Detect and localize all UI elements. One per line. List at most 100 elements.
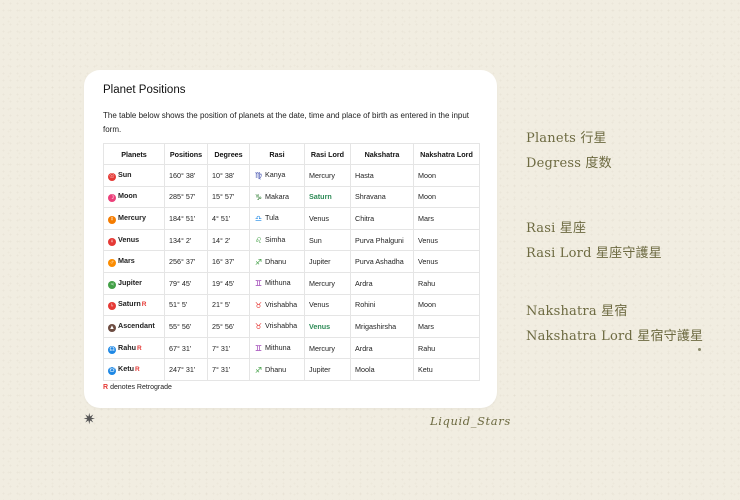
rasi-name: Dhanu [265,364,287,374]
cell-rasi-lord: Venus [304,293,351,317]
cell-rasi-lord: Venus [304,207,351,230]
zodiac-sign-icon: ♉ [254,300,263,310]
planet-name: Saturn [118,299,141,309]
rasi-lord-name: Saturn [309,192,332,202]
cell-rasi: ♉ Vrishabha [249,315,305,338]
jupiter-icon: ♃ [108,280,116,289]
cell-rasi-lord: Saturn [304,185,351,209]
cell-nakshatra-lord: Moon [413,185,480,209]
cell-position: 247° 31' [164,358,208,381]
footnote-text: denotes Retrograde [110,383,172,391]
planet-name: Jupiter [118,277,142,287]
retrograde-badge: R [141,301,147,309]
saturn-icon: ♄ [108,302,116,311]
rasi-name: Mithuna [265,278,291,288]
rasi-lord-name: Mercury [309,278,335,288]
table-row: ♀ Venus 134° 2' 14° 2' ♌ Simha Sun Purva Phalgu… [103,228,480,252]
cell-position: 79° 45' [164,271,208,295]
header-rasi: Rasi [249,143,305,165]
legend-planets: Planets 行星 [526,131,607,146]
cell-rasi-lord: Jupiter [304,358,351,381]
cell-degrees: 4° 51' [207,207,250,230]
table-row: ♂ Mars 256° 37' 16° 37' ♐ Dhanu Jupiter Purva A… [103,250,480,273]
cell-degrees: 7° 31' [207,336,250,360]
planet-positions-card: Planet Positions The table below shows t… [84,70,497,408]
retrograde-footnote: Rdenotes Retrograde [103,384,478,391]
zodiac-sign-icon: ♊ [254,279,263,289]
cell-rasi: ♊ Mithuna [249,336,305,360]
cell-position: 51° 5' [164,293,208,317]
rasi-lord-name: Jupiter [309,257,331,267]
cell-nakshatra: Shravana [350,185,414,209]
cell-position: 55° 56' [164,315,208,338]
rasi-name: Tula [265,213,279,223]
rasi-lord-name: Venus [309,300,329,310]
cell-nakshatra-lord: Moon [413,293,480,317]
cell-rasi: ♐ Dhanu [249,358,305,381]
cell-planet: ▲ Ascendant [103,315,165,338]
rasi-name: Dhanu [265,256,287,266]
retrograde-symbol: R [103,383,109,391]
rahu-icon: ☊ [108,345,116,354]
cell-nakshatra: Purva Ashadha [350,250,414,273]
cell-rasi-lord: Mercury [304,164,351,187]
cell-position: 285° 57' [164,185,208,209]
cell-degrees: 21° 5' [207,293,250,317]
rasi-name: Vrishabha [265,321,298,331]
cell-degrees: 7° 31' [207,358,250,381]
cell-nakshatra: Mrigashirsha [350,315,414,338]
planet-name: Ketu [118,364,134,374]
sparkle-icon: ✷ [83,411,96,428]
rasi-name: Makara [265,191,289,201]
table-row: ☊ RahuR 67° 31' 7° 31' ♊ Mithuna Mercury Ardra R… [103,336,480,360]
header-rasi-lord: Rasi Lord [304,143,351,165]
cell-nakshatra-lord: Mars [413,207,480,230]
retrograde-badge: R [136,344,142,352]
cell-rasi: ♌ Simha [249,228,305,252]
cell-nakshatra-lord: Rahu [413,271,480,295]
retrograde-badge: R [134,366,140,374]
planet-name: Venus [118,234,140,244]
ascendant-icon: ▲ [108,323,116,332]
cell-planet: ♃ Jupiter [103,271,165,295]
legend-group-nakshatra: Nakshatra 星宿 Nakshatra Lord 星宿守護星 [526,299,703,349]
legend-rasi-lord: Rasi Lord 星座守護星 [526,246,662,261]
zodiac-sign-icon: ♑ [254,192,263,202]
legend-group-rasi: Rasi 星座 Rasi Lord 星座守護星 [526,216,662,266]
legend-nakshatra-lord: Nakshatra Lord 星宿守護星 [526,329,704,344]
cell-rasi: ♐ Dhanu [249,250,305,273]
cell-rasi-lord: Sun [304,228,351,252]
cell-nakshatra: Chitra [350,207,414,230]
cell-position: 160° 38' [164,164,208,187]
table-row: ☉ Sun 160° 38' 10° 38' ♍ Kanya Mercury Hasta Moo… [103,164,480,187]
header-nakshatra: Nakshatra [350,143,414,165]
planet-name: Mars [118,256,135,266]
rasi-lord-name: Venus [309,321,331,331]
rasi-name: Mithuna [265,343,291,353]
rasi-name: Simha [265,235,286,245]
planet-name: Mercury [118,212,146,222]
card-description: The table below shows the position of pl… [103,111,470,134]
cell-nakshatra: Rohini [350,293,414,317]
signature: Liquid_Stars [430,414,511,428]
table-row: ♃ Jupiter 79° 45' 19° 45' ♊ Mithuna Mercury Ard… [103,271,480,295]
cell-degrees: 14° 2' [207,228,250,252]
planet-positions-table: Planets Positions Degrees Rasi Rasi Lord… [103,143,480,381]
cell-rasi-lord: Mercury [304,271,351,295]
cell-rasi-lord: Mercury [304,336,351,360]
mars-icon: ♂ [108,259,116,268]
planet-name: Moon [118,191,138,201]
cell-degrees: 16° 37' [207,250,250,273]
cell-nakshatra-lord: Ketu [413,358,480,381]
table-body: ☉ Sun 160° 38' 10° 38' ♍ Kanya Mercury Hasta Moo… [103,164,480,381]
cell-planet: ☋ KetuR [103,358,165,381]
card-title: Planet Positions [103,84,186,96]
header-degrees: Degrees [207,143,250,165]
zodiac-sign-icon: ♍ [254,171,263,181]
cell-position: 134° 2' [164,228,208,252]
planet-name: Rahu [118,342,136,352]
cell-rasi-lord: Jupiter [304,250,351,273]
legend-rasi: Rasi 星座 [526,221,587,236]
decorative-dot [698,348,701,351]
cell-position: 67° 31' [164,336,208,360]
